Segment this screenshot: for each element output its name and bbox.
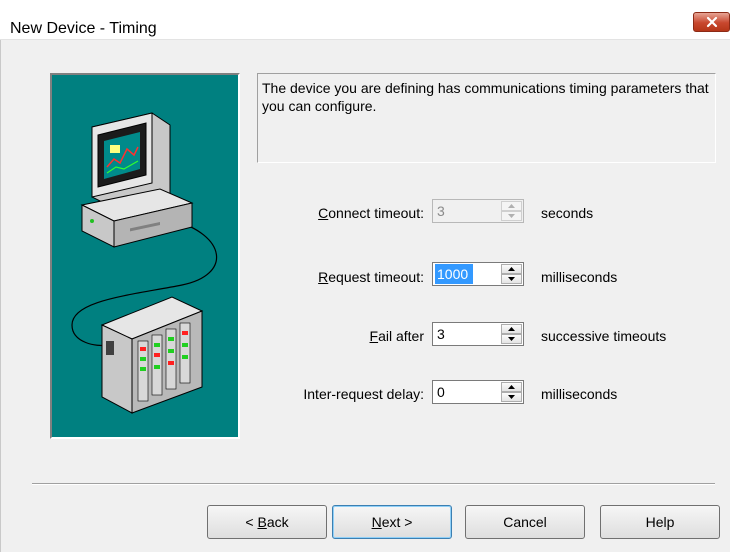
connect-timeout-label: Connect timeout: xyxy=(318,205,424,221)
title-bar: New Device - Timing xyxy=(0,0,730,40)
connect-timeout-input xyxy=(435,201,499,221)
connect-timeout-down-button xyxy=(501,211,522,221)
help-button[interactable]: Help xyxy=(600,505,720,539)
inter-request-delay-stepper[interactable] xyxy=(432,380,524,404)
request-timeout-up-button[interactable] xyxy=(501,264,522,274)
inter-request-delay-up-button[interactable] xyxy=(501,382,522,392)
chevron-down-icon xyxy=(508,214,515,218)
request-timeout-label: Request timeout: xyxy=(318,269,424,285)
request-timeout-unit: milliseconds xyxy=(541,269,618,285)
computer-and-device-icon xyxy=(71,112,218,414)
wizard-illustration xyxy=(50,73,240,439)
fail-after-unit: successive timeouts xyxy=(541,328,667,344)
cancel-button[interactable]: Cancel xyxy=(465,505,585,539)
window-title: New Device - Timing xyxy=(10,20,157,37)
chevron-up-icon xyxy=(508,204,515,208)
fail-after-up-button[interactable] xyxy=(501,324,522,334)
button-separator xyxy=(32,483,715,485)
request-timeout-down-button[interactable] xyxy=(501,274,522,284)
next-button[interactable]: Next > xyxy=(332,505,452,539)
fail-after-down-button[interactable] xyxy=(501,334,522,344)
connect-timeout-stepper xyxy=(432,199,524,223)
fail-after-stepper[interactable] xyxy=(432,322,524,346)
chevron-up-icon xyxy=(508,385,515,389)
chevron-down-icon xyxy=(508,337,515,341)
chevron-down-icon xyxy=(508,277,515,281)
inter-request-delay-label: Inter-request delay: xyxy=(303,386,424,402)
request-timeout-input[interactable] xyxy=(435,264,473,284)
connect-timeout-up-button xyxy=(501,201,522,211)
inter-request-delay-down-button[interactable] xyxy=(501,392,522,402)
connect-timeout-unit: seconds xyxy=(541,205,594,221)
description-text: The device you are defining has communic… xyxy=(257,73,716,163)
inter-request-delay-unit: milliseconds xyxy=(541,386,618,402)
back-button[interactable]: < Back xyxy=(207,505,327,539)
inter-request-delay-input[interactable] xyxy=(435,382,499,402)
chevron-up-icon xyxy=(508,267,515,271)
close-button[interactable] xyxy=(693,12,730,32)
chevron-down-icon xyxy=(508,395,515,399)
request-timeout-stepper[interactable] xyxy=(432,262,524,286)
fail-after-label: Fail after xyxy=(369,328,424,344)
chevron-up-icon xyxy=(508,327,515,331)
close-icon xyxy=(706,16,717,28)
fail-after-input[interactable] xyxy=(435,324,499,344)
